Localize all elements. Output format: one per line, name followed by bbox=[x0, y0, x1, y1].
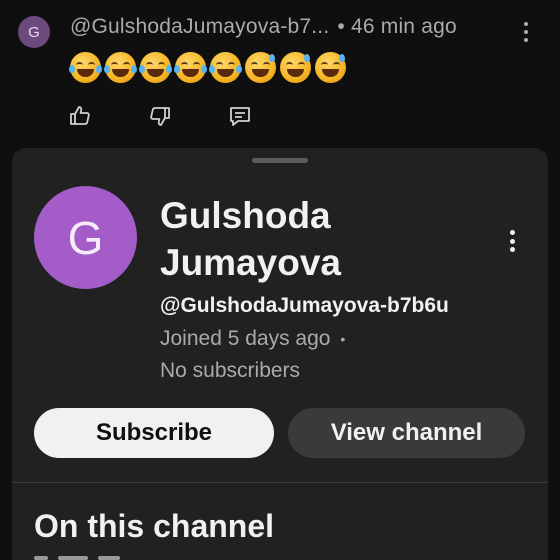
comment-actions bbox=[68, 104, 252, 128]
joy-emoji-icon bbox=[209, 52, 242, 83]
section-title: On this channel bbox=[34, 508, 275, 544]
thumbs-up-icon[interactable] bbox=[68, 104, 92, 128]
comment-separator: • bbox=[337, 15, 345, 38]
joined-text: Joined 5 days ago bbox=[160, 327, 331, 350]
sweat-smile-emoji-icon bbox=[280, 52, 311, 83]
subscribe-button[interactable]: Subscribe bbox=[34, 408, 274, 458]
channel-avatar[interactable]: G bbox=[34, 186, 137, 289]
comment-avatar[interactable]: G bbox=[18, 16, 50, 48]
comment-author-handle[interactable]: @GulshodaJumayova-b7... bbox=[70, 15, 329, 38]
cut-off-content bbox=[34, 552, 154, 560]
more-options-icon[interactable] bbox=[504, 228, 520, 254]
joy-emoji-icon bbox=[69, 52, 102, 83]
joy-emoji-icon bbox=[139, 52, 172, 83]
section-divider bbox=[12, 482, 548, 483]
app-frame: G @GulshodaJumayova-b7... • 46 min ago G… bbox=[0, 0, 560, 560]
sweat-smile-emoji-icon bbox=[315, 52, 346, 83]
reply-icon[interactable] bbox=[228, 104, 252, 128]
view-channel-button[interactable]: View channel bbox=[288, 408, 525, 458]
meta-separator: • bbox=[340, 331, 346, 348]
channel-handle: @GulshodaJumayova-b7b6u bbox=[160, 294, 449, 317]
comment-item: G @GulshodaJumayova-b7... • 46 min ago bbox=[0, 0, 560, 150]
thumbs-down-icon[interactable] bbox=[148, 104, 172, 128]
drag-handle[interactable] bbox=[252, 158, 308, 163]
comment-text bbox=[69, 52, 346, 83]
comment-more-icon[interactable] bbox=[518, 20, 534, 44]
comment-header: @GulshodaJumayova-b7... • 46 min ago bbox=[70, 15, 457, 39]
channel-name: Gulshoda Jumayova bbox=[160, 195, 341, 283]
joy-emoji-icon bbox=[104, 52, 137, 83]
channel-bottom-sheet: G Gulshoda Jumayova @GulshodaJumayova-b7… bbox=[12, 148, 548, 560]
subscriber-count: No subscribers bbox=[160, 359, 301, 382]
joined-date: Joined 5 days ago • bbox=[160, 327, 345, 351]
comment-timestamp: 46 min ago bbox=[350, 15, 457, 38]
joy-emoji-icon bbox=[174, 52, 207, 83]
sweat-smile-emoji-icon bbox=[245, 52, 276, 83]
